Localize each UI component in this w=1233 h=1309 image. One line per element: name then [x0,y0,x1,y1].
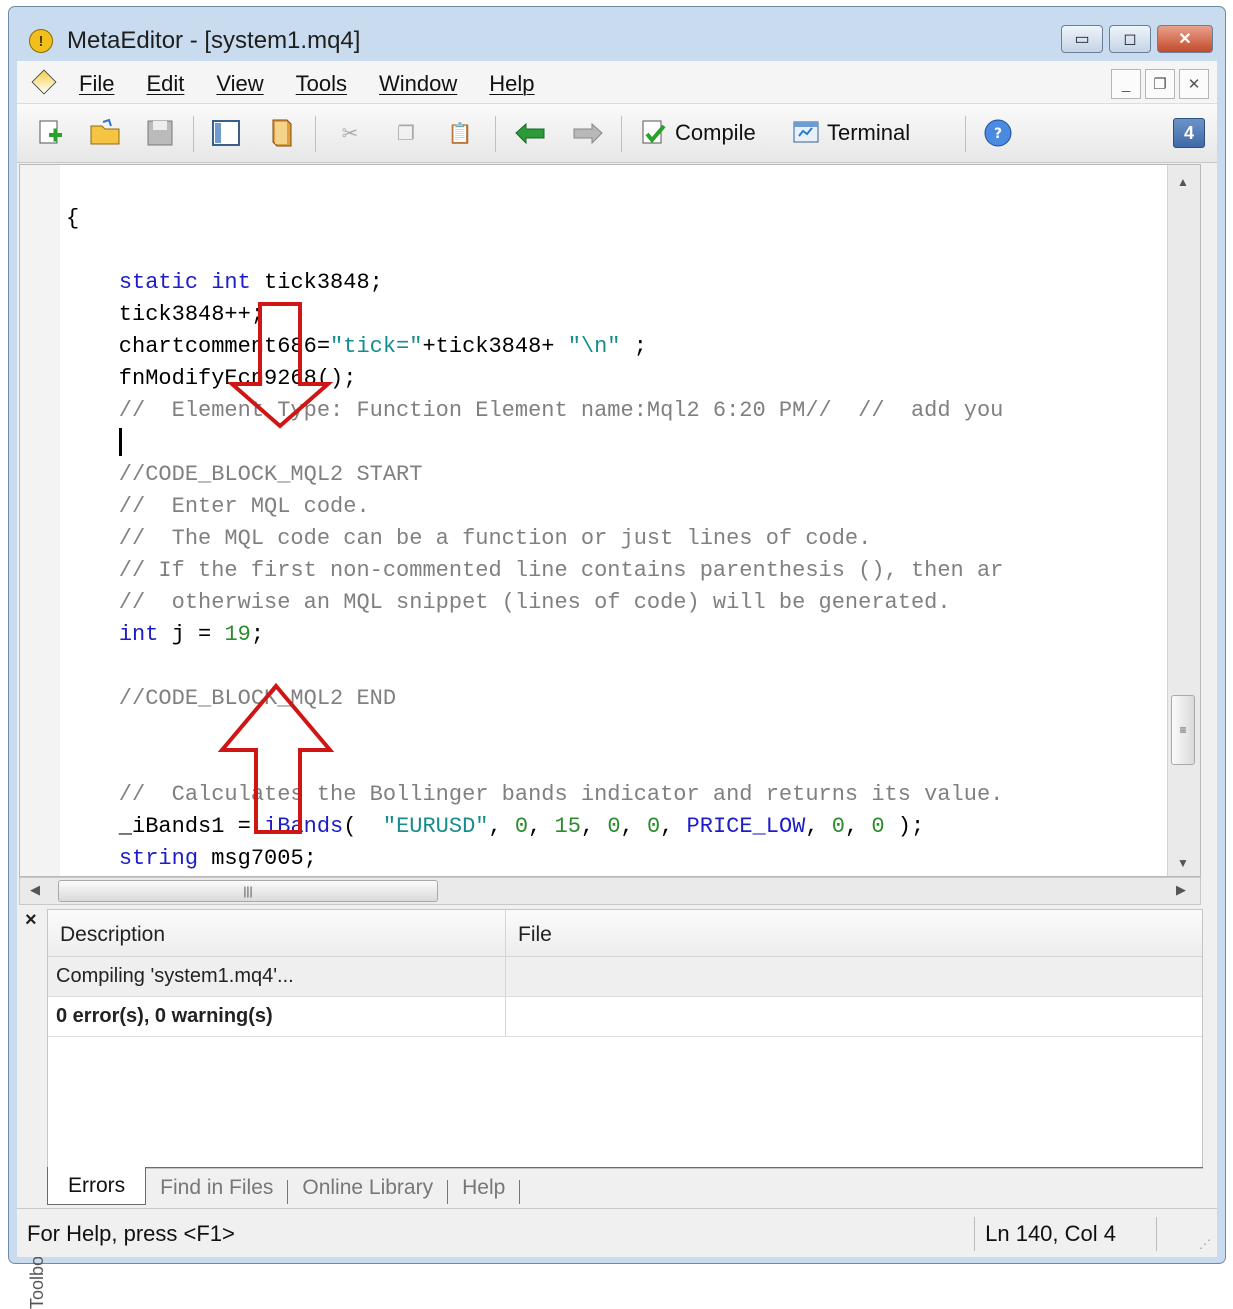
scroll-right-icon[interactable]: ▶ [1176,882,1186,898]
code-line: //CODE_BLOCK_MQL2 START [66,462,423,487]
code-line: string msg7005; [118,846,317,871]
row-file [506,997,1202,1036]
maximize-button[interactable]: ◻ [1109,25,1151,53]
code-line: // Calculates the Bollinger bands indica… [66,782,1004,807]
code-line [66,427,1166,459]
horizontal-scroll-thumb[interactable]: ||| [58,880,438,902]
code-editor[interactable]: { static int tick3848; tick3848++; chart… [19,164,1201,877]
menu-file[interactable]: File [79,71,114,97]
title-bar[interactable]: ! MetaEditor - [system1.mq4] ▭ ◻ ✕ [9,7,1225,61]
toolbox-tabs: Errors Find in Files Online Library Help [47,1167,1203,1210]
dictionary-book-icon[interactable] [261,116,299,150]
toolbox-close-icon[interactable]: × [25,909,37,932]
document-icon[interactable] [31,69,57,95]
code-line: int j = 19; [118,622,265,647]
client-area: File Edit View Tools Window Help _ ❐ ✕ ✂… [17,61,1217,1309]
column-header-description[interactable]: Description [48,910,506,956]
cut-icon[interactable]: ✂ [331,116,369,150]
toolbar: ✂ ❐ 📋 Compile Terminal ? 4 [17,104,1217,163]
code-line: _iBands1 = iBands( "EURUSD", 0, 15, 0, 0… [66,814,925,839]
menu-bar: File Edit View Tools Window Help _ ❐ ✕ [17,61,1217,104]
window-title: MetaEditor - [system1.mq4] [67,27,361,54]
metaeditor-logo-icon: ! [29,29,53,53]
minimize-button[interactable]: ▭ [1061,25,1103,53]
text-cursor [118,428,122,457]
redo-icon[interactable] [565,116,609,150]
code-line: msg7005 = StringConcatenate(msg7005,"Mes… [66,875,1166,876]
menu-window[interactable]: Window [379,71,457,97]
tab-online-library[interactable]: Online Library [288,1168,447,1202]
scroll-up-icon[interactable]: ▲ [1177,175,1189,189]
code-line: // If the first non-commented line conta… [66,558,1004,583]
editor-gutter [20,165,60,876]
vertical-scroll-thumb[interactable]: ≡ [1171,695,1195,765]
doc-restore-button[interactable]: ❐ [1145,69,1175,99]
horizontal-scrollbar[interactable]: ◀ ||| ▶ [19,877,1201,905]
toolbox-panel: × Toolbox Description File Compiling 'sy… [19,909,1213,1309]
code-line: { [66,206,80,231]
code-line: // The MQL code can be a function or jus… [66,526,872,551]
window-controls: ▭ ◻ ✕ [1061,25,1213,53]
tab-help[interactable]: Help [448,1168,519,1202]
grid-header: Description File [48,910,1202,957]
code-line: static int tick3848; [118,270,383,295]
terminal-button[interactable]: Terminal [791,116,910,150]
row-file [506,957,1202,996]
compile-label: Compile [675,120,756,145]
terminal-label: Terminal [827,120,911,145]
status-bar: For Help, press <F1> Ln 140, Col 4 ⋰ [17,1208,1217,1257]
doc-minimize-button[interactable]: _ [1111,69,1141,99]
status-cursor-position: Ln 140, Col 4 [974,1217,1157,1251]
row-description: Compiling 'system1.mq4'... [48,957,506,996]
code-line: // Element Type: Function Element name:M… [66,398,1004,423]
code-line: //CODE_BLOCK_MQL2 END [66,686,397,711]
code-line: tick3848++; [66,302,265,327]
table-row[interactable]: 0 error(s), 0 warning(s) [48,997,1202,1037]
row-description: 0 error(s), 0 warning(s) [48,997,506,1036]
toolbox-vertical-tab[interactable]: Toolbox [19,1085,47,1309]
menu-tools[interactable]: Tools [296,71,347,97]
table-row[interactable]: Compiling 'system1.mq4'... [48,957,1202,997]
open-folder-icon[interactable] [87,116,125,150]
save-icon[interactable] [143,116,177,150]
code-line: // otherwise an MQL snippet (lines of co… [66,590,951,615]
compile-icon [642,120,666,144]
paste-icon[interactable]: 📋 [441,116,479,150]
errors-grid: Description File Compiling 'system1.mq4'… [47,909,1203,1169]
scroll-left-icon[interactable]: ◀ [30,882,40,898]
notification-badge-icon[interactable]: 4 [1171,116,1207,150]
doc-close-button[interactable]: ✕ [1179,69,1209,99]
column-header-file[interactable]: File [506,910,1202,956]
menu-help[interactable]: Help [489,71,534,97]
status-help-text: For Help, press <F1> [27,1221,235,1246]
terminal-icon [793,121,819,143]
resize-grip-icon[interactable]: ⋰ [1199,1237,1211,1251]
code-line: // Enter MQL code. [66,494,370,519]
scroll-down-icon[interactable]: ▼ [1177,856,1189,870]
menu-edit[interactable]: Edit [146,71,184,97]
close-button[interactable]: ✕ [1157,25,1213,53]
new-file-icon[interactable] [33,116,67,150]
code-text[interactable]: { static int tick3848; tick3848++; chart… [66,171,1166,876]
undo-icon[interactable] [509,116,553,150]
tab-errors[interactable]: Errors [47,1167,147,1205]
vertical-scrollbar[interactable]: ▲ ≡ ▼ [1167,165,1200,876]
menu-view[interactable]: View [216,71,263,97]
compile-button[interactable]: Compile [639,116,756,150]
navigator-icon[interactable] [207,116,245,150]
svg-text:?: ? [994,126,1002,142]
code-line: fnModifyEcn9268(); [66,366,357,391]
copy-icon[interactable]: ❐ [387,116,425,150]
help-question-icon[interactable]: ? [979,116,1017,150]
app-window: ! MetaEditor - [system1.mq4] ▭ ◻ ✕ File … [8,6,1226,1309]
tab-find-in-files[interactable]: Find in Files [146,1168,287,1202]
code-line: chartcomment686="tick="+tick3848+ "\n" ; [66,334,647,359]
